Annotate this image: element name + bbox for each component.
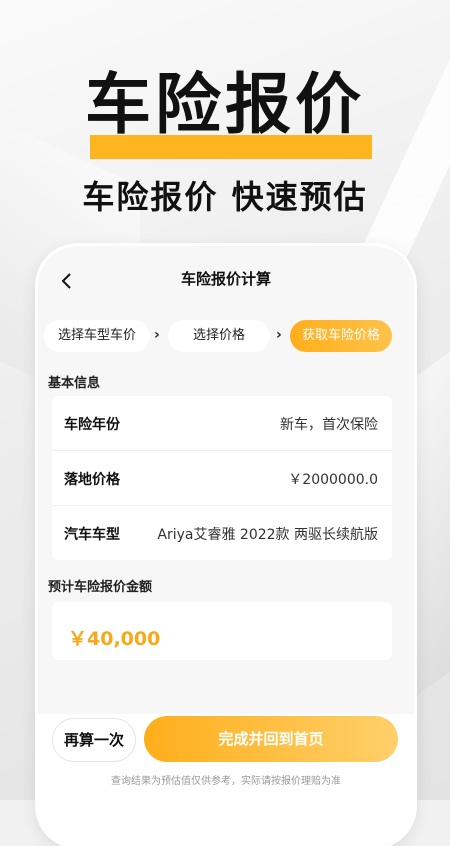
phone-mockup: 车险报价计算 选择车型车价 › 选择价格 › 获取车险价格 基本信息 车险年份 … <box>38 246 414 846</box>
step-select-model[interactable]: 选择车型车价 <box>44 320 150 352</box>
disclaimer-text: 查询结果为预估值仅供参考，实际请按报价理赔为准 <box>111 776 341 787</box>
hero-subtitle: 车险报价 快速预估 <box>82 178 368 216</box>
step-indicator: 选择车型车价 › 选择价格 › 获取车险价格 <box>38 320 414 352</box>
info-value: Ariya艾睿雅 2022款 两驱长续航版 <box>157 527 378 543</box>
basic-info-heading: 基本信息 <box>48 376 101 391</box>
chevron-right-icon: › <box>154 327 160 343</box>
info-row: 落地价格 ￥2000000.0 <box>52 451 392 506</box>
page-title: 车险报价计算 <box>180 270 271 288</box>
estimate-card: ￥40,000 <box>52 602 392 660</box>
basic-info-card: 车险年份 新车，首次保险 落地价格 ￥2000000.0 汽车车型 Ariya艾… <box>52 396 392 560</box>
info-label: 落地价格 <box>64 472 120 488</box>
chevron-left-icon[interactable] <box>56 270 78 292</box>
estimate-heading: 预计车险报价金额 <box>48 580 153 595</box>
step-get-quote[interactable]: 获取车险价格 <box>290 320 392 352</box>
chevron-right-icon: › <box>276 327 282 343</box>
app-screen: 车险报价计算 选择车型车价 › 选择价格 › 获取车险价格 基本信息 车险年份 … <box>38 246 414 846</box>
step-select-price[interactable]: 选择价格 <box>168 320 270 352</box>
finish-home-button[interactable]: 完成并回到首页 <box>144 716 398 762</box>
info-row: 车险年份 新车，首次保险 <box>52 396 392 451</box>
recalculate-button[interactable]: 再算一次 <box>52 718 136 762</box>
info-label: 汽车车型 <box>64 527 120 543</box>
hero: 车险报价 <box>0 72 450 138</box>
hero-title: 车险报价 <box>85 66 365 143</box>
quote-amount: ￥40,000 <box>68 628 161 650</box>
info-value: ￥2000000.0 <box>288 472 378 488</box>
nav-bar: 车险报价计算 <box>38 268 414 294</box>
info-label: 车险年份 <box>64 417 120 433</box>
info-row: 汽车车型 Ariya艾睿雅 2022款 两驱长续航版 <box>52 506 392 560</box>
footer-bar: 再算一次 完成并回到首页 查询结果为预估值仅供参考，实际请按报价理赔为准 <box>38 714 414 846</box>
info-value: 新车，首次保险 <box>280 417 378 433</box>
